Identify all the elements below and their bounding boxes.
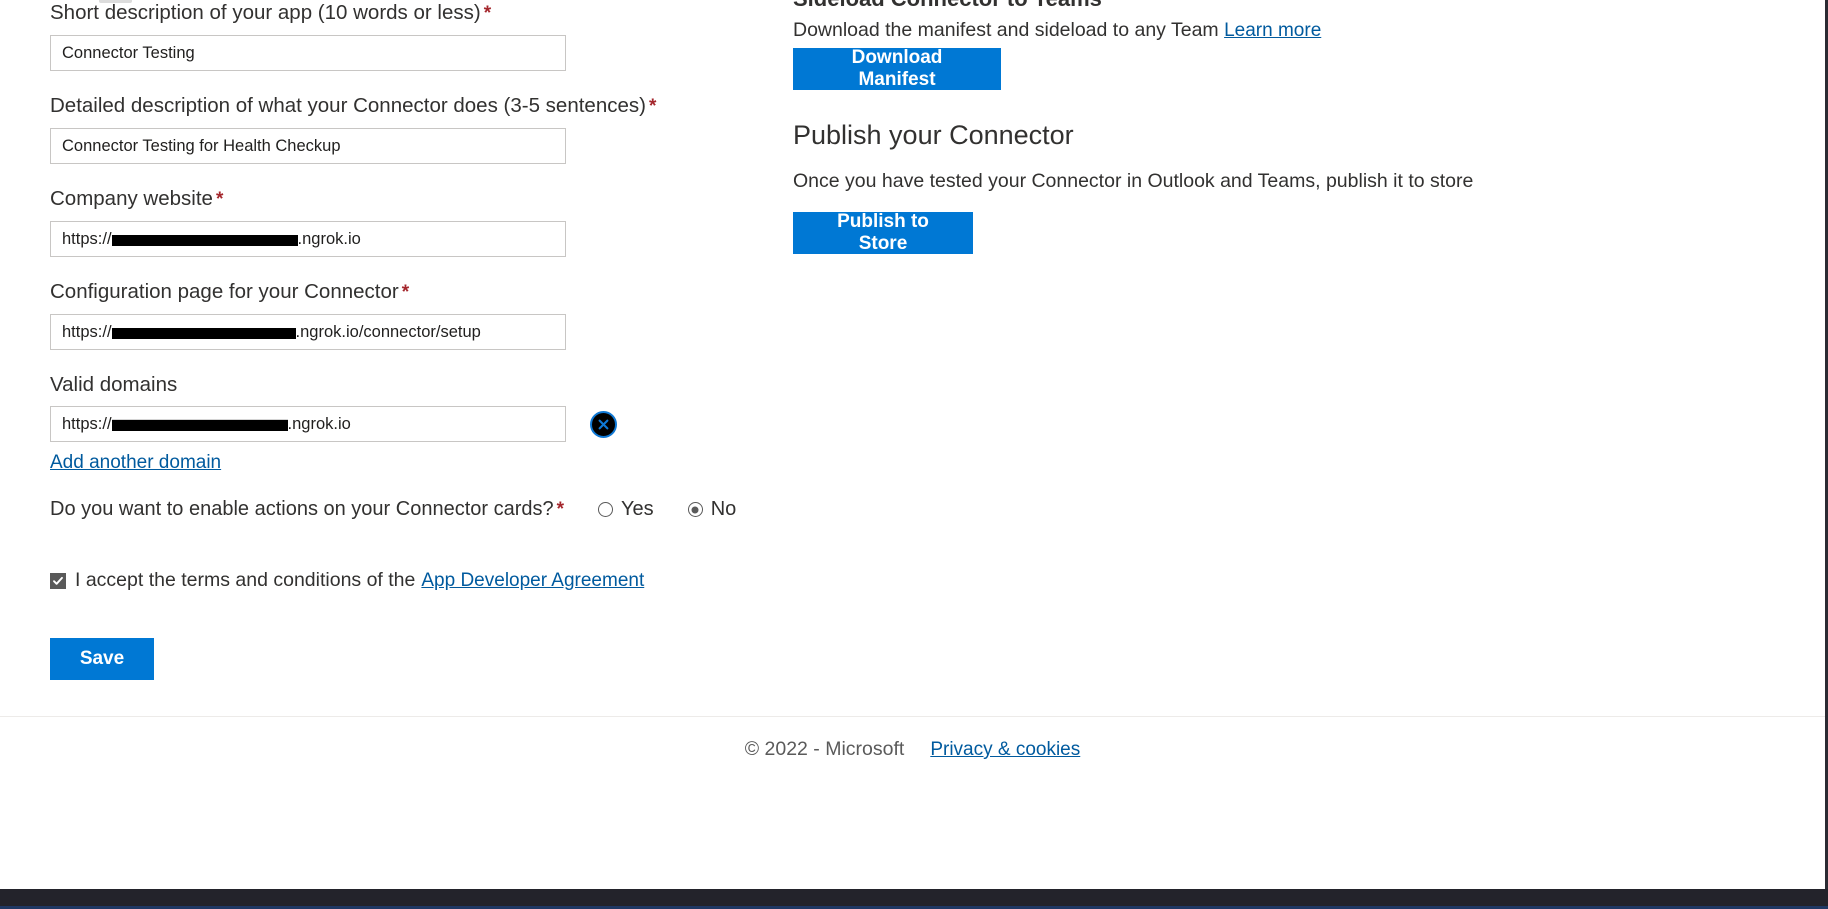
terms-text: I accept the terms and conditions of the xyxy=(75,569,416,591)
short-description-label: Short description of your app (10 words … xyxy=(50,0,750,27)
valid-domain-row: https:// .ngrok.io xyxy=(50,406,750,442)
required-asterisk: * xyxy=(648,96,657,117)
required-asterisk: * xyxy=(215,189,224,210)
configuration-page-url-suffix: .ngrok.io/connector/setup xyxy=(295,322,481,341)
short-description-input[interactable] xyxy=(50,35,566,71)
terms-checkbox[interactable] xyxy=(50,572,66,589)
remove-domain-button[interactable] xyxy=(590,410,617,438)
publish-description: Once you have tested your Connector in O… xyxy=(793,170,1474,192)
short-description-label-text: Short description of your app (10 words … xyxy=(50,1,481,24)
save-button[interactable]: Save xyxy=(50,638,154,680)
check-icon xyxy=(52,575,64,587)
valid-domains-label: Valid domains xyxy=(50,372,750,398)
configuration-page-label: Configuration page for your Connector * xyxy=(50,279,750,306)
field-configuration-page: Configuration page for your Connector * h… xyxy=(50,279,750,350)
radio-yes-indicator[interactable] xyxy=(598,502,614,517)
company-website-url-suffix: .ngrok.io xyxy=(297,229,361,248)
configuration-page-input[interactable]: https:// .ngrok.io/connector/setup xyxy=(50,314,566,350)
learn-more-link[interactable]: Learn more xyxy=(1224,20,1321,42)
redacted-host xyxy=(111,327,296,339)
detailed-description-label-text: Detailed description of what your Connec… xyxy=(50,94,646,117)
required-asterisk: * xyxy=(483,3,492,24)
required-asterisk: * xyxy=(556,498,565,520)
detailed-description-input[interactable] xyxy=(50,128,566,164)
field-valid-domains: Valid domains https:// .ngrok.io Add anot… xyxy=(50,372,750,474)
radio-no-indicator[interactable] xyxy=(687,502,703,517)
sideload-heading: Sideload Connector to Teams xyxy=(793,0,1102,12)
company-website-input[interactable]: https:// .ngrok.io xyxy=(50,221,566,257)
company-website-label-text: Company website xyxy=(50,187,213,210)
os-taskbar xyxy=(0,889,1828,909)
valid-domains-label-text: Valid domains xyxy=(50,373,178,396)
radio-yes-label: Yes xyxy=(621,498,654,520)
detailed-description-label: Detailed description of what your Connec… xyxy=(50,93,750,120)
configuration-page-label-text: Configuration page for your Connector xyxy=(50,280,399,303)
terms-acceptance-row: I accept the terms and conditions of the… xyxy=(50,569,750,592)
redacted-host xyxy=(111,418,288,431)
enable-actions-question: Do you want to enable actions on your Co… xyxy=(50,498,750,521)
app-developer-agreement-link[interactable]: App Developer Agreement xyxy=(421,570,644,592)
configuration-page-url-prefix: https:// xyxy=(62,322,112,341)
valid-domain-url-suffix: .ngrok.io xyxy=(287,414,351,433)
radio-option-no[interactable]: No xyxy=(687,498,737,521)
redacted-host xyxy=(111,234,298,246)
sideload-description-text: Download the manifest and sideload to an… xyxy=(793,19,1219,41)
privacy-cookies-link[interactable]: Privacy & cookies xyxy=(930,739,1080,761)
radio-option-yes[interactable]: Yes xyxy=(598,498,654,521)
page-footer: © 2022 - Microsoft Privacy & cookies xyxy=(0,716,1825,846)
close-icon xyxy=(597,418,610,431)
sideload-description-row: Download the manifest and sideload to an… xyxy=(793,19,1321,42)
add-another-domain-link[interactable]: Add another domain xyxy=(50,452,221,474)
browser-viewport: Short description of your app (10 words … xyxy=(0,0,1828,906)
publish-to-store-button[interactable]: Publish to Store xyxy=(793,211,973,254)
connector-form: Short description of your app (10 words … xyxy=(50,0,750,680)
company-website-url-prefix: https:// xyxy=(62,229,112,248)
radio-no-label: No xyxy=(710,498,737,520)
footer-content: © 2022 - Microsoft Privacy & cookies xyxy=(0,738,1825,761)
valid-domain-url-prefix: https:// xyxy=(62,414,112,433)
copyright-text: © 2022 - Microsoft xyxy=(744,738,905,760)
enable-actions-label: Do you want to enable actions on your Co… xyxy=(50,498,554,520)
valid-domain-input[interactable]: https:// .ngrok.io xyxy=(50,406,566,442)
connector-developer-dashboard-page: Short description of your app (10 words … xyxy=(0,0,1825,846)
add-domain-wrapper: Add another domain xyxy=(50,452,750,474)
field-detailed-description: Detailed description of what your Connec… xyxy=(50,93,750,164)
publish-heading: Publish your Connector xyxy=(793,120,1074,150)
required-asterisk: * xyxy=(401,282,410,303)
company-website-label: Company website * xyxy=(50,186,750,213)
download-manifest-button[interactable]: Download Manifest xyxy=(793,47,1001,90)
field-short-description: Short description of your app (10 words … xyxy=(50,0,750,71)
field-company-website: Company website * https:// .ngrok.io xyxy=(50,186,750,257)
